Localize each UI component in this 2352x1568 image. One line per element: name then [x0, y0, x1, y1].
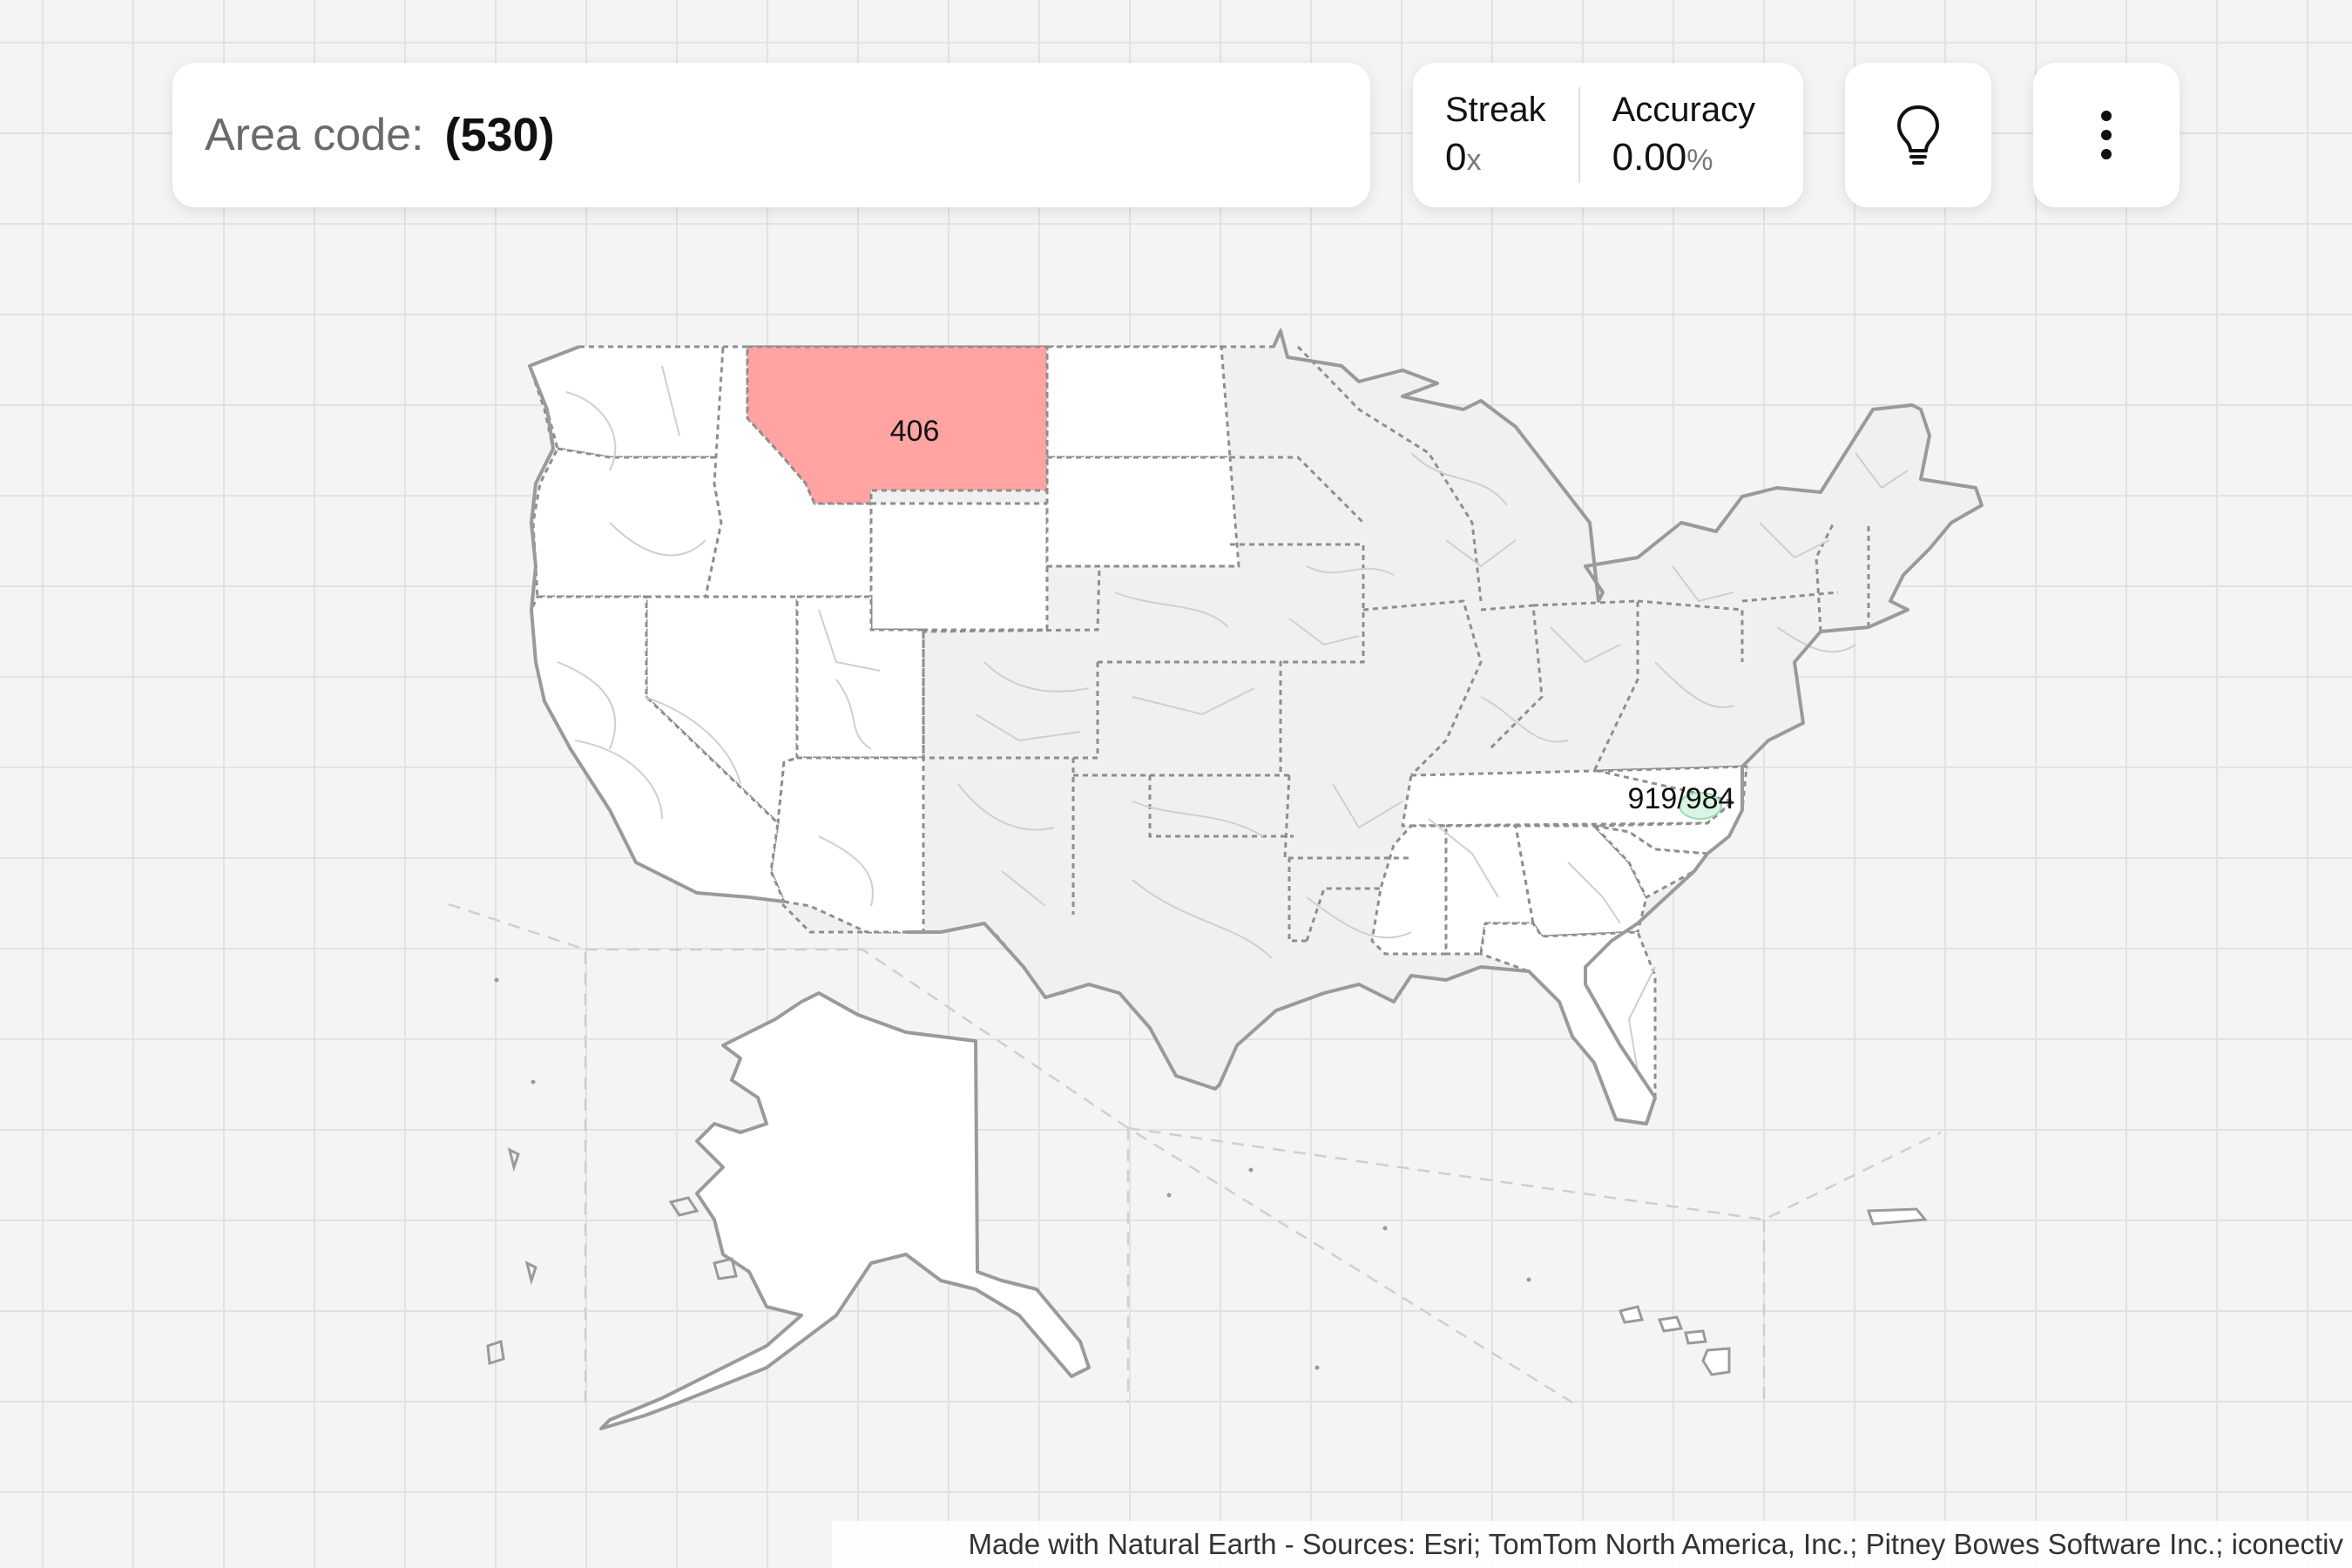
- prompt-label: Area code:: [205, 110, 424, 160]
- state-wyoming: [869, 502, 1049, 632]
- streak-unit: x: [1466, 144, 1482, 178]
- prompt-card: Area code: (530): [172, 63, 1370, 207]
- state-hawaii[interactable]: [1618, 1305, 1731, 1376]
- accuracy-stat: Accuracy 0.00%: [1580, 63, 1788, 207]
- more-vertical-icon: [2101, 111, 2112, 159]
- streak-label: Streak: [1445, 91, 1546, 130]
- area-code-map[interactable]: 406 919/984: [0, 0, 2352, 1568]
- map-attribution: Made with Natural Earth - Sources: Esri;…: [832, 1521, 2352, 1568]
- accuracy-value-wrap: 0.00%: [1612, 132, 1756, 182]
- accuracy-value: 0.00: [1612, 136, 1687, 179]
- hint-button[interactable]: [1845, 63, 1991, 207]
- territory-puerto-rico[interactable]: [1866, 1207, 1928, 1226]
- alaska-islands: [486, 1147, 738, 1365]
- state-washington: [528, 345, 725, 459]
- streak-stat: Streak 0x: [1413, 63, 1578, 207]
- map-label-montana: 406: [890, 415, 940, 448]
- accuracy-label: Accuracy: [1612, 91, 1756, 130]
- streak-value: 0: [1445, 136, 1467, 179]
- southeast-states[interactable]: [1370, 765, 1748, 1125]
- state-oregon: [531, 447, 725, 598]
- state-north-dakota: [1045, 345, 1232, 459]
- more-options-button[interactable]: [2033, 63, 2180, 207]
- lightbulb-icon: [1897, 105, 1939, 165]
- prompt-area-code: (530): [444, 109, 555, 161]
- map-label-north-carolina: 919/984: [1628, 782, 1735, 815]
- state-south-dakota: [1045, 456, 1240, 568]
- accuracy-unit: %: [1686, 144, 1713, 178]
- stats-card: Streak 0x Accuracy 0.00%: [1413, 63, 1803, 207]
- state-alaska[interactable]: [599, 991, 1091, 1430]
- streak-value-wrap: 0x: [1445, 132, 1546, 182]
